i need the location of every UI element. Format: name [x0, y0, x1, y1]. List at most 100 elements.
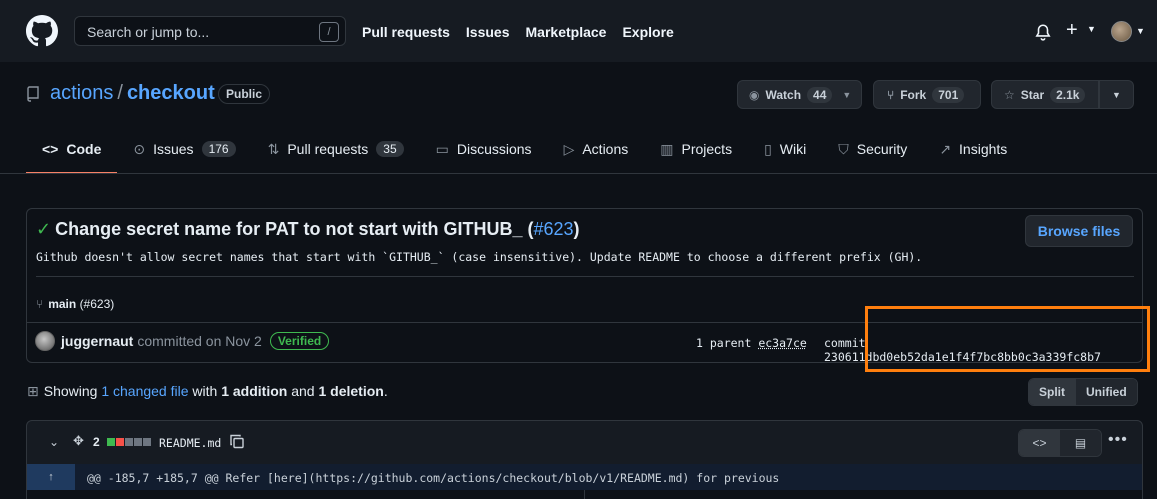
diffstat-added	[107, 438, 115, 446]
tab-pull-requests[interactable]: ⇅ Pull requests 35	[252, 136, 420, 174]
split-divider	[584, 490, 585, 499]
search-placeholder: Search or jump to...	[87, 24, 210, 40]
nav-marketplace[interactable]: Marketplace	[526, 24, 607, 40]
diffstat-neutral	[134, 438, 142, 446]
issue-count: 176	[201, 141, 236, 157]
fork-label: Fork	[900, 87, 927, 102]
project-icon: ▥	[660, 141, 674, 157]
star-lists-dropdown[interactable]: ▼	[1099, 80, 1134, 109]
tab-discussions[interactable]: ▭ Discussions	[420, 136, 548, 174]
code-row	[27, 490, 1142, 499]
chevron-down-icon[interactable]: ▼	[1087, 24, 1096, 34]
tab-label: Wiki	[779, 141, 807, 157]
commit-title-end: )	[573, 219, 580, 239]
shield-icon: ⛉	[838, 141, 849, 157]
tab-label: Insights	[959, 141, 1008, 157]
branch-icon: ⑂	[36, 297, 44, 311]
star-icon: ☆	[1004, 87, 1015, 102]
nav-explore[interactable]: Explore	[622, 24, 673, 40]
github-logo-icon[interactable]	[26, 15, 58, 47]
fork-button[interactable]: ⑂ Fork 701	[873, 80, 981, 109]
nav-issues[interactable]: Issues	[466, 24, 510, 40]
split-button[interactable]: Split	[1029, 379, 1076, 405]
create-new-button[interactable]: +	[1066, 20, 1078, 40]
star-button[interactable]: ☆ Star 2.1k	[991, 80, 1099, 109]
star-label: Star	[1020, 87, 1045, 102]
expand-icon[interactable]: ✥	[73, 433, 84, 449]
tab-label: Pull requests	[287, 141, 369, 157]
tab-label: Security	[856, 141, 908, 157]
tab-projects[interactable]: ▥ Projects	[644, 136, 748, 174]
copy-icon[interactable]	[229, 433, 245, 450]
watch-label: Watch	[765, 87, 802, 102]
tabs-divider	[0, 173, 1157, 174]
commit-label: commit	[824, 336, 866, 350]
parent-info: 1 parent ec3a7ce	[696, 336, 807, 350]
divider	[36, 276, 1134, 277]
tab-label: Projects	[681, 141, 733, 157]
repo-owner-link[interactable]: actions	[50, 82, 113, 104]
summary-end: .	[383, 383, 388, 399]
kebab-horizontal-icon[interactable]: •••	[1108, 431, 1128, 449]
repo-tabs: <> Code ⊙ Issues 176 ⇅ Pull requests 35 …	[26, 136, 1023, 174]
parent-sha-link[interactable]: ec3a7ce	[758, 336, 806, 350]
verified-badge[interactable]: Verified	[269, 332, 330, 350]
pull-request-icon: ⇅	[267, 141, 280, 157]
diffstat-neutral	[125, 438, 133, 446]
tab-issues[interactable]: ⊙ Issues 176	[117, 136, 251, 174]
watch-count: 44	[807, 86, 833, 103]
tab-code[interactable]: <> Code	[26, 136, 118, 174]
rich-diff-button[interactable]: ▤	[1060, 430, 1101, 456]
bell-icon[interactable]	[1034, 22, 1052, 42]
tab-label: Code	[66, 141, 102, 157]
parent-label: 1 parent	[696, 336, 752, 350]
file-name-link[interactable]: README.md	[159, 436, 221, 450]
diff-line-count: 2	[93, 435, 100, 449]
search-input[interactable]: Search or jump to... /	[74, 16, 346, 46]
file-header: ⌄ ✥ 2 README.md <> ▤ •••	[27, 421, 1142, 464]
expand-up-icon[interactable]: ↑	[27, 464, 75, 490]
nav-pull-requests[interactable]: Pull requests	[362, 24, 450, 40]
repo-title: actions / checkout	[50, 82, 215, 105]
commit-title: ✓ Change secret name for PAT to not start…	[36, 219, 580, 240]
watch-button[interactable]: ◉ Watch 44 ▼	[737, 80, 862, 109]
tab-insights[interactable]: ↗ Insights	[923, 136, 1023, 174]
commit-pr-link[interactable]: #623	[533, 219, 573, 239]
committed-date: committed on Nov 2	[137, 333, 262, 349]
book-icon: ▯	[764, 141, 772, 157]
discussion-icon: ▭	[435, 141, 449, 157]
pull-request-count: 35	[376, 141, 404, 157]
tab-label: Issues	[153, 141, 194, 157]
branch-pr[interactable]: (#623)	[80, 297, 115, 311]
tab-label: Actions	[582, 141, 629, 157]
star-count: 2.1k	[1050, 86, 1086, 103]
issue-icon: ⊙	[133, 141, 146, 157]
diff-icon: ⊞	[27, 383, 39, 399]
repo-name-link[interactable]: checkout	[127, 82, 215, 104]
diffstat-bar	[107, 438, 151, 446]
chevron-down-icon[interactable]: ▼	[1136, 26, 1145, 36]
tab-actions[interactable]: ▷ Actions	[548, 136, 645, 174]
summary-with: with	[192, 383, 218, 399]
deletions-count: 1 deletion	[318, 383, 384, 399]
branch-name[interactable]: main	[48, 297, 76, 311]
source-diff-button[interactable]: <>	[1019, 430, 1060, 456]
hunk-text: @@ -185,7 +185,7 @@ Refer [here](https:/…	[87, 471, 780, 485]
tab-security[interactable]: ⛉ Security	[822, 136, 923, 174]
changed-files-link[interactable]: 1 changed file	[101, 383, 188, 399]
commit-description: Github doesn't allow secret names that s…	[36, 250, 923, 264]
summary-and: and	[291, 383, 315, 399]
author-link[interactable]: juggernaut	[61, 333, 133, 349]
code-icon: <>	[1032, 436, 1047, 450]
commit-author-row: juggernaut committed on Nov 2 Verified	[35, 331, 330, 351]
play-icon: ▷	[563, 141, 575, 157]
user-avatar[interactable]	[1111, 21, 1132, 42]
global-nav: Pull requests Issues Marketplace Explore	[362, 24, 674, 40]
unified-button[interactable]: Unified	[1076, 379, 1137, 405]
repo-separator: /	[117, 82, 123, 104]
tab-wiki[interactable]: ▯ Wiki	[748, 136, 822, 174]
chevron-down-icon[interactable]: ⌄	[49, 435, 59, 449]
browse-files-button[interactable]: Browse files	[1025, 215, 1133, 247]
repo-icon	[27, 86, 39, 102]
author-avatar[interactable]	[35, 331, 55, 351]
